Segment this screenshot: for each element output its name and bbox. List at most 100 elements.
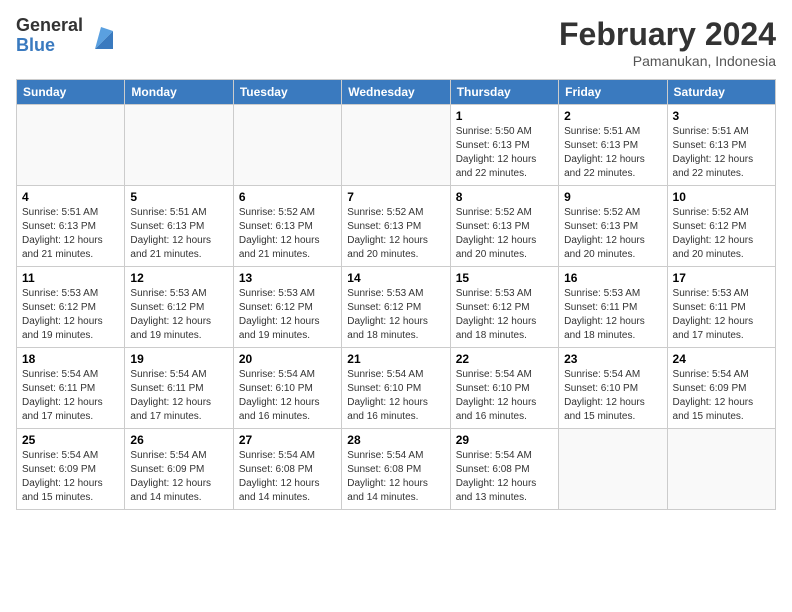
day-info: Sunrise: 5:53 AM Sunset: 6:12 PM Dayligh… <box>456 287 553 343</box>
title-block: February 2024 Pamanukan, Indonesia <box>559 16 776 69</box>
day-info: Sunrise: 5:52 AM Sunset: 6:13 PM Dayligh… <box>239 206 336 262</box>
calendar-cell: 15 Sunrise: 5:53 AM Sunset: 6:12 PM Dayli… <box>450 267 558 348</box>
calendar-week-4: 25 Sunrise: 5:54 AM Sunset: 6:09 PM Dayli… <box>17 429 776 510</box>
day-number: 28 <box>347 433 444 447</box>
calendar-week-3: 18 Sunrise: 5:54 AM Sunset: 6:11 PM Dayli… <box>17 348 776 429</box>
day-info: Sunrise: 5:54 AM Sunset: 6:10 PM Dayligh… <box>347 368 444 424</box>
calendar-cell: 14 Sunrise: 5:53 AM Sunset: 6:12 PM Dayli… <box>342 267 450 348</box>
calendar-cell: 21 Sunrise: 5:54 AM Sunset: 6:10 PM Dayli… <box>342 348 450 429</box>
day-info: Sunrise: 5:52 AM Sunset: 6:13 PM Dayligh… <box>347 206 444 262</box>
day-number: 2 <box>564 109 661 123</box>
calendar-cell: 29Sunrise: 5:54 AM Sunset: 6:08 PM Dayli… <box>450 429 558 510</box>
day-info: Sunrise: 5:53 AM Sunset: 6:12 PM Dayligh… <box>239 287 336 343</box>
logo-icon <box>85 21 115 51</box>
day-header-friday: Friday <box>559 80 667 105</box>
calendar-cell <box>342 105 450 186</box>
page-header: General Blue February 2024 Pamanukan, In… <box>16 16 776 69</box>
calendar-cell <box>17 105 125 186</box>
day-number: 15 <box>456 271 553 285</box>
day-number: 29 <box>456 433 553 447</box>
day-info: Sunrise: 5:54 AM Sunset: 6:10 PM Dayligh… <box>564 368 661 424</box>
calendar-cell: 24Sunrise: 5:54 AM Sunset: 6:09 PM Dayli… <box>667 348 775 429</box>
day-info: Sunrise: 5:53 AM Sunset: 6:12 PM Dayligh… <box>130 287 227 343</box>
day-number: 13 <box>239 271 336 285</box>
day-number: 22 <box>456 352 553 366</box>
calendar-cell: 18 Sunrise: 5:54 AM Sunset: 6:11 PM Dayli… <box>17 348 125 429</box>
calendar-cell: 3 Sunrise: 5:51 AM Sunset: 6:13 PM Daylig… <box>667 105 775 186</box>
logo: General Blue <box>16 16 115 56</box>
calendar-cell: 8Sunrise: 5:52 AM Sunset: 6:13 PM Daylig… <box>450 186 558 267</box>
calendar-cell: 26Sunrise: 5:54 AM Sunset: 6:09 PM Dayli… <box>125 429 233 510</box>
day-info: Sunrise: 5:53 AM Sunset: 6:11 PM Dayligh… <box>564 287 661 343</box>
day-number: 6 <box>239 190 336 204</box>
day-info: Sunrise: 5:51 AM Sunset: 6:13 PM Dayligh… <box>673 125 770 181</box>
day-info: Sunrise: 5:54 AM Sunset: 6:11 PM Dayligh… <box>22 368 119 424</box>
day-info: Sunrise: 5:54 AM Sunset: 6:10 PM Dayligh… <box>456 368 553 424</box>
day-info: Sunrise: 5:53 AM Sunset: 6:11 PM Dayligh… <box>673 287 770 343</box>
calendar-cell <box>233 105 341 186</box>
day-header-wednesday: Wednesday <box>342 80 450 105</box>
day-info: Sunrise: 5:54 AM Sunset: 6:08 PM Dayligh… <box>239 449 336 505</box>
calendar-week-0: 1 Sunrise: 5:50 AM Sunset: 6:13 PM Daylig… <box>17 105 776 186</box>
calendar-table: SundayMondayTuesdayWednesdayThursdayFrid… <box>16 79 776 510</box>
day-number: 7 <box>347 190 444 204</box>
calendar-cell: 20Sunrise: 5:54 AM Sunset: 6:10 PM Dayli… <box>233 348 341 429</box>
day-number: 18 <box>22 352 119 366</box>
day-header-tuesday: Tuesday <box>233 80 341 105</box>
calendar-cell: 10Sunrise: 5:52 AM Sunset: 6:12 PM Dayli… <box>667 186 775 267</box>
calendar-cell: 23 Sunrise: 5:54 AM Sunset: 6:10 PM Dayli… <box>559 348 667 429</box>
calendar-cell: 17 Sunrise: 5:53 AM Sunset: 6:11 PM Dayli… <box>667 267 775 348</box>
day-number: 19 <box>130 352 227 366</box>
day-header-saturday: Saturday <box>667 80 775 105</box>
day-number: 3 <box>673 109 770 123</box>
day-info: Sunrise: 5:54 AM Sunset: 6:09 PM Dayligh… <box>673 368 770 424</box>
day-info: Sunrise: 5:52 AM Sunset: 6:13 PM Dayligh… <box>456 206 553 262</box>
day-header-sunday: Sunday <box>17 80 125 105</box>
calendar-cell <box>125 105 233 186</box>
day-header-thursday: Thursday <box>450 80 558 105</box>
logo-general: General <box>16 16 83 36</box>
calendar-cell: 6 Sunrise: 5:52 AM Sunset: 6:13 PM Daylig… <box>233 186 341 267</box>
day-info: Sunrise: 5:51 AM Sunset: 6:13 PM Dayligh… <box>564 125 661 181</box>
day-number: 5 <box>130 190 227 204</box>
calendar-cell: 25 Sunrise: 5:54 AM Sunset: 6:09 PM Dayli… <box>17 429 125 510</box>
calendar-week-1: 4Sunrise: 5:51 AM Sunset: 6:13 PM Daylig… <box>17 186 776 267</box>
calendar-cell: 13 Sunrise: 5:53 AM Sunset: 6:12 PM Dayli… <box>233 267 341 348</box>
calendar-week-2: 11 Sunrise: 5:53 AM Sunset: 6:12 PM Dayli… <box>17 267 776 348</box>
location-subtitle: Pamanukan, Indonesia <box>559 53 776 69</box>
day-number: 14 <box>347 271 444 285</box>
day-number: 25 <box>22 433 119 447</box>
calendar-cell: 16 Sunrise: 5:53 AM Sunset: 6:11 PM Dayli… <box>559 267 667 348</box>
calendar-cell: 9Sunrise: 5:52 AM Sunset: 6:13 PM Daylig… <box>559 186 667 267</box>
day-info: Sunrise: 5:52 AM Sunset: 6:13 PM Dayligh… <box>564 206 661 262</box>
day-number: 21 <box>347 352 444 366</box>
calendar-cell: 2 Sunrise: 5:51 AM Sunset: 6:13 PM Daylig… <box>559 105 667 186</box>
day-info: Sunrise: 5:54 AM Sunset: 6:08 PM Dayligh… <box>347 449 444 505</box>
calendar-cell: 19Sunrise: 5:54 AM Sunset: 6:11 PM Dayli… <box>125 348 233 429</box>
day-number: 17 <box>673 271 770 285</box>
day-number: 12 <box>130 271 227 285</box>
day-info: Sunrise: 5:54 AM Sunset: 6:10 PM Dayligh… <box>239 368 336 424</box>
calendar-cell: 12 Sunrise: 5:53 AM Sunset: 6:12 PM Dayli… <box>125 267 233 348</box>
day-info: Sunrise: 5:51 AM Sunset: 6:13 PM Dayligh… <box>22 206 119 262</box>
day-number: 10 <box>673 190 770 204</box>
day-info: Sunrise: 5:50 AM Sunset: 6:13 PM Dayligh… <box>456 125 553 181</box>
day-info: Sunrise: 5:53 AM Sunset: 6:12 PM Dayligh… <box>22 287 119 343</box>
day-number: 23 <box>564 352 661 366</box>
calendar-header-row: SundayMondayTuesdayWednesdayThursdayFrid… <box>17 80 776 105</box>
day-info: Sunrise: 5:53 AM Sunset: 6:12 PM Dayligh… <box>347 287 444 343</box>
day-info: Sunrise: 5:54 AM Sunset: 6:09 PM Dayligh… <box>130 449 227 505</box>
day-number: 16 <box>564 271 661 285</box>
calendar-cell: 5Sunrise: 5:51 AM Sunset: 6:13 PM Daylig… <box>125 186 233 267</box>
calendar-cell <box>667 429 775 510</box>
calendar-cell: 28 Sunrise: 5:54 AM Sunset: 6:08 PM Dayli… <box>342 429 450 510</box>
calendar-cell: 27Sunrise: 5:54 AM Sunset: 6:08 PM Dayli… <box>233 429 341 510</box>
day-number: 11 <box>22 271 119 285</box>
month-title: February 2024 <box>559 16 776 53</box>
day-header-monday: Monday <box>125 80 233 105</box>
calendar-cell: 1 Sunrise: 5:50 AM Sunset: 6:13 PM Daylig… <box>450 105 558 186</box>
logo-blue: Blue <box>16 36 83 56</box>
day-info: Sunrise: 5:54 AM Sunset: 6:09 PM Dayligh… <box>22 449 119 505</box>
day-number: 1 <box>456 109 553 123</box>
calendar-cell <box>559 429 667 510</box>
